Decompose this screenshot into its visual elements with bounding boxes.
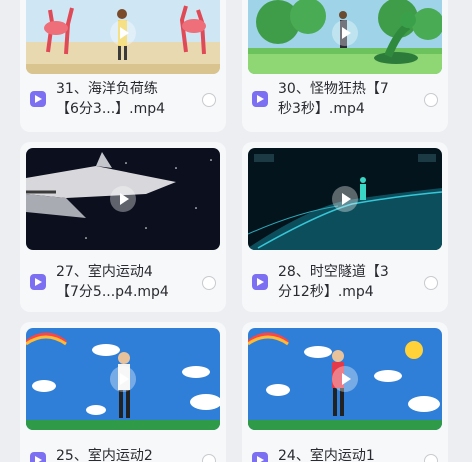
video-title: 27、室内运动4 【7分5...p4.mp4 <box>56 264 169 300</box>
video-thumbnail[interactable] <box>248 0 442 74</box>
video-file-icon <box>30 91 46 107</box>
video-card[interactable]: 25、室内运动2 <box>20 322 226 462</box>
video-title: 31、海洋负荷练 【6分3...】.mp4 <box>56 81 166 117</box>
video-title: 28、时空隧道【3 分12秒】.mp4 <box>278 264 389 300</box>
video-grid: 31、海洋负荷练 【6分3...】.mp4 30、怪物狂热【7 秒3秒】.mp4… <box>0 0 472 462</box>
video-card[interactable]: 27、室内运动4 【7分5...p4.mp4 <box>20 142 226 312</box>
video-thumbnail[interactable] <box>248 148 442 250</box>
video-title: 25、室内运动2 <box>56 448 153 462</box>
play-icon[interactable] <box>110 20 136 46</box>
video-file-icon <box>252 91 268 107</box>
select-radio[interactable] <box>424 454 438 462</box>
video-card[interactable]: 24、室内运动1 <box>242 322 448 462</box>
video-file-icon <box>252 274 268 290</box>
play-icon[interactable] <box>332 20 358 46</box>
play-icon[interactable] <box>110 366 136 392</box>
video-thumbnail[interactable] <box>26 148 220 250</box>
video-card[interactable]: 31、海洋负荷练 【6分3...】.mp4 <box>20 0 226 132</box>
video-file-icon <box>252 452 268 462</box>
video-file-icon <box>30 274 46 290</box>
select-radio[interactable] <box>424 93 438 107</box>
video-title: 24、室内运动1 <box>278 448 375 462</box>
select-radio[interactable] <box>424 276 438 290</box>
video-card[interactable]: 28、时空隧道【3 分12秒】.mp4 <box>242 142 448 312</box>
play-icon[interactable] <box>332 186 358 212</box>
video-file-icon <box>30 452 46 462</box>
video-thumbnail[interactable] <box>248 328 442 430</box>
video-card[interactable]: 30、怪物狂热【7 秒3秒】.mp4 <box>242 0 448 132</box>
select-radio[interactable] <box>202 454 216 462</box>
play-icon[interactable] <box>332 366 358 392</box>
select-radio[interactable] <box>202 276 216 290</box>
play-icon[interactable] <box>110 186 136 212</box>
video-thumbnail[interactable] <box>26 0 220 74</box>
select-radio[interactable] <box>202 93 216 107</box>
video-thumbnail[interactable] <box>26 328 220 430</box>
video-title: 30、怪物狂热【7 秒3秒】.mp4 <box>278 81 389 117</box>
